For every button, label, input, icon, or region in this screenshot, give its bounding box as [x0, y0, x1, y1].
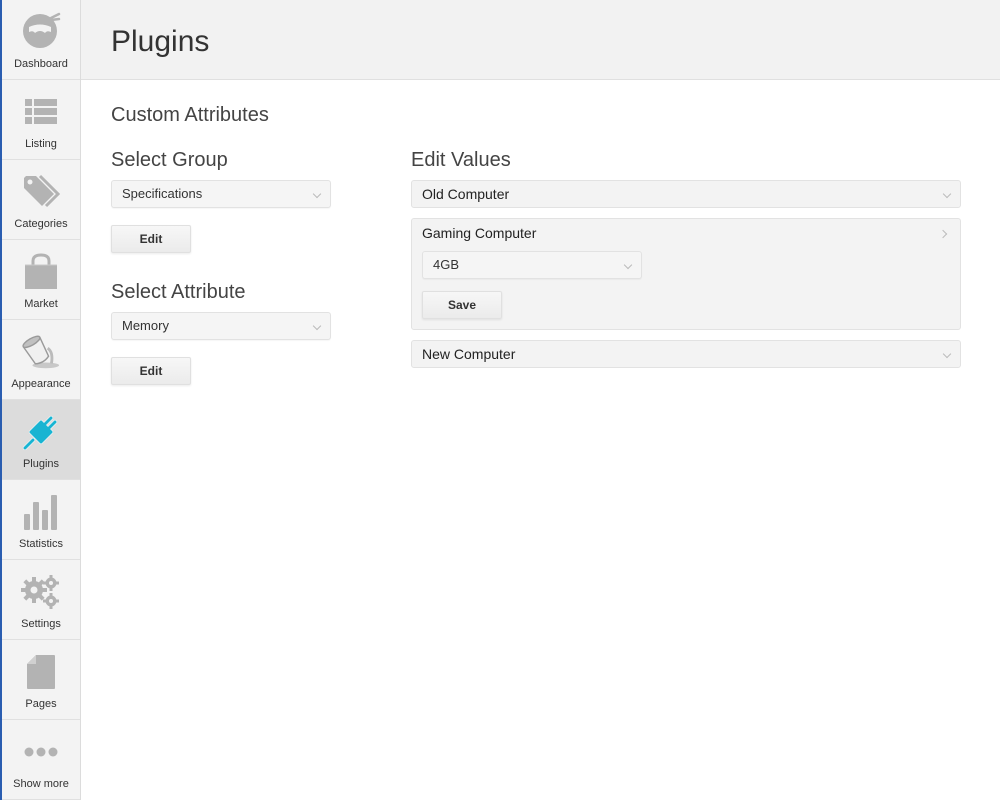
- sidebar-item-show-more[interactable]: Show more: [2, 720, 80, 800]
- memory-value-select[interactable]: 4GB: [422, 251, 642, 279]
- value-item-label: New Computer: [422, 346, 516, 362]
- sidebar-item-statistics[interactable]: Statistics: [2, 480, 80, 560]
- value-item-label[interactable]: Gaming Computer: [422, 225, 536, 241]
- value-item-new-computer[interactable]: New Computer: [411, 340, 961, 368]
- page-icon: [21, 652, 61, 692]
- sidebar-item-label: Show more: [13, 778, 69, 790]
- chevron-down-icon: [623, 260, 633, 270]
- edit-values-column: Edit Values Old Computer Gaming Computer…: [411, 146, 961, 378]
- select-attribute-title: Select Attribute: [111, 281, 246, 303]
- edit-values-title: Edit Values: [411, 149, 511, 171]
- value-item-old-computer[interactable]: Old Computer: [411, 180, 961, 208]
- sidebar-item-label: Settings: [21, 618, 61, 630]
- sidebar-item-label: Market: [24, 298, 58, 310]
- sidebar-item-label: Dashboard: [14, 58, 68, 70]
- section-title: Custom Attributes: [111, 104, 269, 126]
- sidebar-item-dashboard[interactable]: Dashboard: [2, 0, 80, 80]
- save-button[interactable]: Save: [422, 291, 502, 319]
- chevron-down-icon: [942, 349, 952, 359]
- select-group-title: Select Group: [111, 149, 228, 171]
- sidebar-item-settings[interactable]: Settings: [2, 560, 80, 640]
- tag-icon: [21, 172, 61, 212]
- sidebar-item-categories[interactable]: Categories: [2, 160, 80, 240]
- sidebar-item-appearance[interactable]: Appearance: [2, 320, 80, 400]
- selection-column: Select Group Specifications Edit Select …: [111, 146, 331, 385]
- sidebar-item-label: Plugins: [22, 458, 60, 470]
- page-header: Plugins: [81, 0, 1000, 80]
- chevron-down-icon: [942, 189, 952, 199]
- sidebar-item-label: Listing: [25, 138, 57, 150]
- ellipsis-icon: [21, 732, 61, 772]
- plug-icon: [21, 412, 61, 452]
- sidebar-item-label: Pages: [25, 698, 57, 710]
- sidebar-item-market[interactable]: Market: [2, 240, 80, 320]
- ninja-icon: [21, 10, 61, 50]
- sidebar: Dashboard Listing Categories Market Appe…: [0, 0, 81, 800]
- attribute-select-value: Memory: [122, 318, 169, 333]
- edit-group-button[interactable]: Edit: [111, 225, 191, 253]
- select-attribute-section: Select Attribute Memory Edit: [111, 278, 331, 385]
- chevron-down-icon: [312, 189, 322, 199]
- sidebar-item-pages[interactable]: Pages: [2, 640, 80, 720]
- shopping-bag-icon: [21, 252, 61, 292]
- value-item-label: Old Computer: [422, 186, 510, 202]
- edit-attribute-button[interactable]: Edit: [111, 357, 191, 385]
- bar-chart-icon: [21, 492, 61, 532]
- value-item-gaming-computer: Gaming Computer 4GB Save: [411, 218, 961, 330]
- group-select-value: Specifications: [122, 186, 203, 201]
- select-group-section: Select Group Specifications Edit: [111, 146, 331, 253]
- gears-icon: [21, 572, 61, 612]
- chevron-down-icon: [312, 321, 322, 331]
- sidebar-item-label: Categories: [14, 218, 68, 230]
- chevron-right-icon[interactable]: [938, 229, 948, 239]
- paint-bucket-icon: [21, 332, 61, 372]
- page-title: Plugins: [111, 25, 210, 58]
- memory-value-select-value: 4GB: [433, 257, 460, 272]
- sidebar-item-listing[interactable]: Listing: [2, 80, 80, 160]
- attribute-select[interactable]: Memory: [111, 312, 331, 340]
- main-content: Custom Attributes Select Group Specifica…: [111, 80, 1000, 800]
- sidebar-item-label: Statistics: [18, 538, 63, 550]
- sidebar-item-label: Appearance: [11, 378, 71, 390]
- list-icon: [21, 92, 61, 132]
- sidebar-item-plugins[interactable]: Plugins: [2, 400, 80, 480]
- group-select[interactable]: Specifications: [111, 180, 331, 208]
